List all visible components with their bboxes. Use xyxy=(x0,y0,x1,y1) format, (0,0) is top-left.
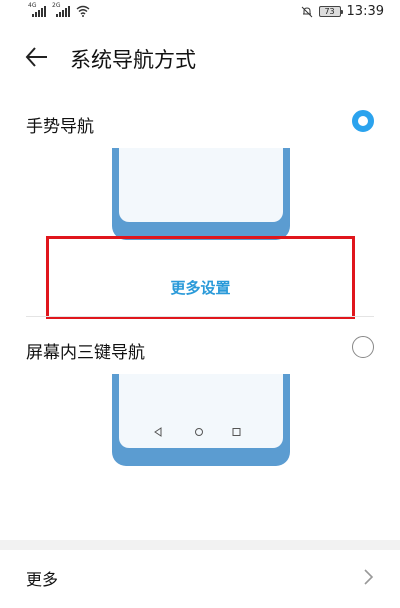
status-bar: 4G 2G 73 13:39 xyxy=(0,0,400,26)
battery-icon: 73 xyxy=(318,6,343,17)
mute-bell-icon xyxy=(301,6,312,17)
option-gesture-navigation[interactable]: 手势导航 xyxy=(0,104,400,144)
phone-screen xyxy=(119,148,283,222)
more-label: 更多 xyxy=(26,570,59,589)
option-label: 手势导航 xyxy=(26,117,94,137)
radio-unselected[interactable] xyxy=(352,336,374,358)
more-settings-button[interactable]: 更多设置 xyxy=(46,236,355,319)
option-three-key-navigation[interactable]: 屏幕内三键导航 xyxy=(0,330,400,370)
signal-icon: 2G xyxy=(52,2,70,17)
phone-screen xyxy=(119,374,283,448)
divider xyxy=(26,316,374,317)
back-arrow-icon[interactable] xyxy=(24,44,50,70)
app-header: 系统导航方式 xyxy=(0,36,400,80)
battery-level: 73 xyxy=(324,7,335,16)
section-separator xyxy=(0,540,400,550)
three-key-preview-illustration xyxy=(112,374,290,466)
nav-home-icon xyxy=(195,428,203,436)
more-row[interactable]: 更多 xyxy=(0,556,400,600)
more-settings-label: 更多设置 xyxy=(170,279,231,297)
chevron-right-icon xyxy=(364,569,374,585)
nav-recents-icon xyxy=(232,428,241,436)
nav-back-icon xyxy=(154,427,162,437)
radio-selected[interactable] xyxy=(352,110,374,132)
clock: 13:39 xyxy=(346,4,384,19)
wifi-icon xyxy=(76,5,90,17)
signal-icon: 4G xyxy=(28,2,46,17)
option-label: 屏幕内三键导航 xyxy=(26,343,145,363)
status-right: 73 13:39 xyxy=(301,4,384,19)
nav-keys xyxy=(154,427,241,437)
gesture-preview-illustration xyxy=(112,148,290,240)
page-title: 系统导航方式 xyxy=(70,48,196,72)
status-left: 4G 2G xyxy=(28,2,90,17)
